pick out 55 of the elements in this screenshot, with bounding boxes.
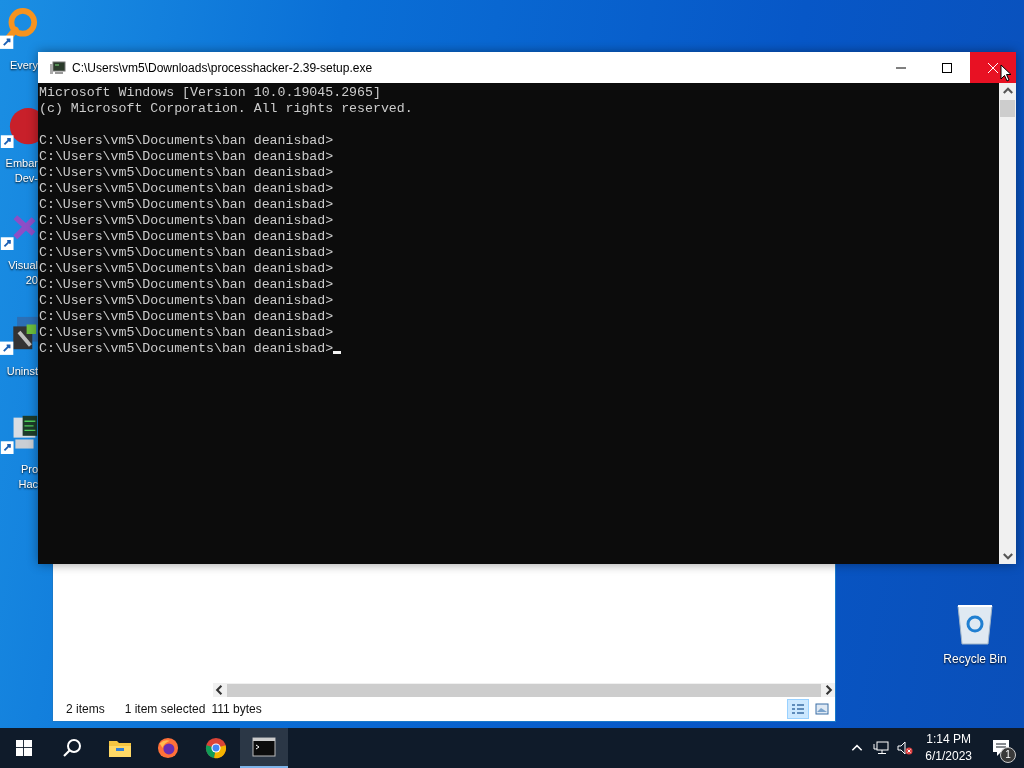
console-line: C:\Users\vm5\Documents\ban deanisbad> (39, 149, 335, 165)
terminal-taskbar-button[interactable] (240, 728, 288, 768)
network-icon[interactable] (873, 741, 890, 755)
chrome-icon (204, 737, 228, 759)
clock[interactable]: 1:14 PM 6/1/2023 (925, 731, 972, 765)
console-line: (c) Microsoft Corporation. All rights reserved. (39, 101, 414, 117)
mouse-cursor-icon (1000, 64, 1012, 82)
close-button[interactable] (970, 52, 1016, 83)
vertical-scrollbar[interactable] (999, 83, 1016, 564)
console-line: C:\Users\vm5\Documents\ban deanisbad> (39, 229, 335, 245)
status-text: 111 bytes (211, 702, 262, 716)
console-line: C:\Users\vm5\Documents\ban deanisbad> (39, 197, 335, 213)
icon-label: Every (9, 58, 38, 73)
console-line: C:\Users\vm5\Documents\ban deanisbad> (39, 341, 334, 357)
console-line: C:\Users\vm5\Documents\ban deanisbad> (39, 293, 335, 309)
icon-label: Embar (5, 156, 38, 171)
recycle-bin-icon[interactable] (955, 602, 995, 646)
notification-badge: 1 (1000, 747, 1016, 763)
icon-label: Pro (20, 462, 38, 477)
close-icon (988, 62, 998, 73)
icon-label: Dev- (14, 171, 38, 186)
magnifier-icon[interactable] (0, 6, 38, 50)
console-line: C:\Users\vm5\Documents\ban deanisbad> (39, 245, 335, 261)
details-view-button[interactable] (787, 699, 809, 719)
firefox-icon (156, 737, 180, 759)
clock-time: 1:14 PM (926, 731, 971, 748)
icon-label: Recycle Bin (943, 652, 1007, 666)
console-line: C:\Users\vm5\Documents\ban deanisbad> (39, 133, 335, 149)
muted-speaker-icon[interactable] (897, 741, 914, 755)
app-circle-icon[interactable] (0, 108, 38, 148)
maximize-icon (942, 62, 952, 73)
console-line: C:\Users\vm5\Documents\ban deanisbad> (39, 213, 335, 229)
console-line: C:\Users\vm5\Documents\ban deanisbad> (39, 309, 335, 325)
window-title: C:\Users\vm5\Downloads\processhacker-2.39-setup.exe (72, 60, 373, 75)
terminal-icon (50, 60, 66, 75)
console-line: C:\Users\vm5\Documents\ban deanisbad> (39, 165, 335, 181)
terminal-icon (252, 736, 276, 758)
search-icon (62, 738, 82, 758)
console-line: C:\Users\vm5\Documents\ban deanisbad> (39, 261, 335, 277)
scroll-thumb[interactable] (1000, 100, 1015, 117)
clock-date: 6/1/2023 (925, 748, 972, 765)
console-line: C:\Users\vm5\Documents\ban deanisbad> (39, 181, 335, 197)
console-line: Microsoft Windows [Version 10.0.19045.2965] (39, 85, 382, 101)
image-icon (815, 703, 829, 715)
console-line: C:\Users\vm5\Documents\ban deanisbad> (39, 277, 335, 293)
computer-icon[interactable] (0, 414, 38, 454)
console-line: C:\Users\vm5\Documents\ban deanisbad> (39, 325, 335, 341)
icon-label: Hac (18, 477, 38, 492)
status-text: 2 items (66, 702, 105, 716)
windows-logo-icon (16, 740, 32, 756)
icon-label: Uninst (6, 364, 38, 379)
icon-label: 20 (25, 273, 38, 288)
status-text: 1 item selected (124, 702, 206, 716)
icon-label: Visual (8, 258, 38, 273)
list-icon (791, 703, 805, 715)
